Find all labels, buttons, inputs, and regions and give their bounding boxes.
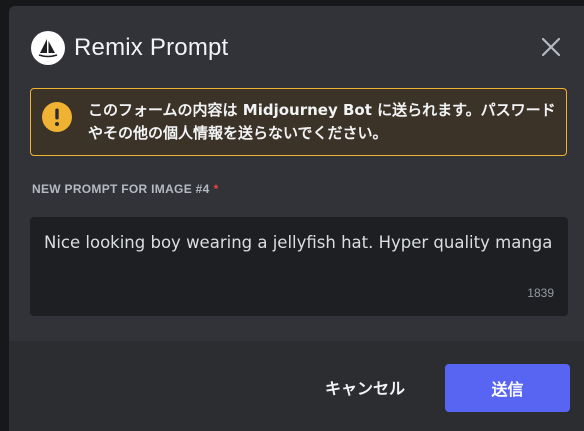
- submit-button[interactable]: 送信: [445, 364, 570, 412]
- warning-notice: このフォームの内容は Midjourney Bot に送られます。パスワードやそ…: [30, 88, 567, 156]
- remix-prompt-modal: Remix Prompt このフォームの内容は Midjourney Bot に…: [9, 6, 584, 431]
- prompt-field-label: NEW PROMPT FOR IMAGE #4 *: [32, 182, 219, 196]
- exclamation-icon: [42, 102, 72, 132]
- midjourney-sailboat-icon: [31, 31, 65, 65]
- close-icon: [541, 37, 561, 57]
- screen-backdrop: Remix Prompt このフォームの内容は Midjourney Bot に…: [0, 0, 584, 431]
- char-counter: 1839: [527, 286, 554, 300]
- close-button[interactable]: [537, 33, 565, 61]
- prompt-text: Nice looking boy wearing a jellyfish hat…: [44, 233, 553, 252]
- modal-title: Remix Prompt: [74, 34, 229, 61]
- modal-footer: キャンセル 送信: [9, 341, 584, 431]
- prompt-textarea[interactable]: Nice looking boy wearing a jellyfish hat…: [30, 217, 568, 316]
- modal-header: Remix Prompt: [31, 28, 228, 68]
- required-asterisk: *: [213, 182, 219, 196]
- cancel-button[interactable]: キャンセル: [325, 375, 405, 399]
- warning-text: このフォームの内容は Midjourney Bot に送られます。パスワードやそ…: [88, 101, 556, 142]
- prompt-field-label-text: NEW PROMPT FOR IMAGE #4: [32, 182, 210, 196]
